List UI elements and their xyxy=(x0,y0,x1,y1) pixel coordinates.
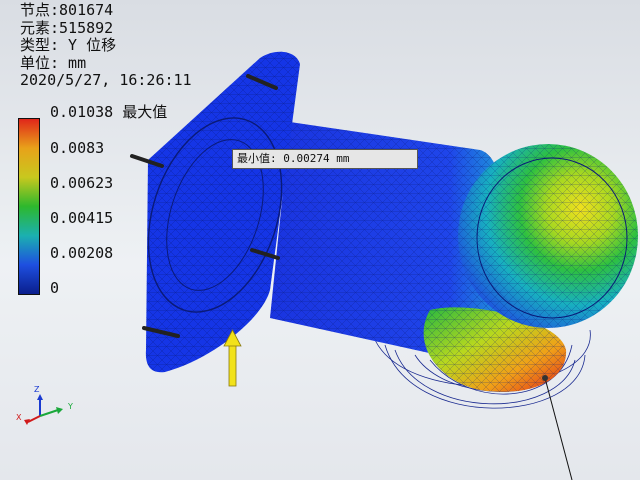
triad-x-label: X xyxy=(16,413,22,422)
legend-tick: 0 xyxy=(50,279,60,297)
legend-max-label: 0.01038 最大值 xyxy=(50,103,168,121)
legend-tick: 0.0083 xyxy=(50,139,105,157)
upper-dome xyxy=(458,144,638,328)
flange-plate xyxy=(145,51,300,373)
triad-z-label: Z xyxy=(34,385,40,394)
result-type: 类型: Y 位移 xyxy=(20,36,117,54)
color-legend-bar xyxy=(18,118,40,295)
result-unit: 单位: mm xyxy=(20,53,87,72)
legend-tick: 0.00415 xyxy=(50,209,114,227)
legend-tick: 0.00208 xyxy=(50,244,114,262)
result-datetime: 2020/5/27, 16:26:11 xyxy=(20,71,192,89)
triad-y-label: Y xyxy=(68,402,73,411)
legend-tick: 0.00623 xyxy=(50,174,114,192)
node-count: 节点:801674 xyxy=(20,1,114,19)
result-info-panel: 节点:801674 元素:515892 类型: Y 位移 单位: mm 2020… xyxy=(20,1,192,90)
min-value-probe-label[interactable]: 最小值: 0.00274 mm xyxy=(232,149,418,169)
element-count: 元素:515892 xyxy=(20,18,114,37)
probe-marker[interactable] xyxy=(542,375,548,381)
axis-triad: Z Y X xyxy=(14,385,84,433)
